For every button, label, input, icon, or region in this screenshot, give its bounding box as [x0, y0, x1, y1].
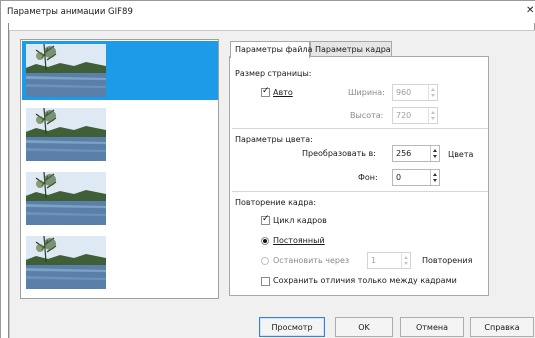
- separator: [232, 128, 488, 129]
- auto-checkbox[interactable]: [261, 86, 270, 97]
- frame-thumbnail: [26, 108, 106, 161]
- frame-thumbnail: [26, 172, 106, 225]
- constant-radio[interactable]: [261, 237, 269, 245]
- frame-item[interactable]: [22, 41, 218, 100]
- dialog-title: Параметры анимации GIF89: [7, 7, 133, 17]
- save-diff-checkbox[interactable]: [261, 277, 270, 286]
- height-spinner: 720: [392, 107, 438, 124]
- left-edge: [1, 23, 9, 338]
- stop-after-label: Остановить через: [273, 256, 350, 265]
- convert-label: Преобразовать в:: [302, 149, 376, 158]
- frame-item[interactable]: [22, 233, 218, 292]
- color-params-heading: Параметры цвета:: [235, 135, 313, 144]
- frame-thumbnail: [26, 44, 106, 97]
- width-spinner: 960: [392, 84, 438, 101]
- background-spinner[interactable]: 0: [392, 169, 440, 186]
- stop-after-spinner: 1: [367, 252, 411, 269]
- preview-button[interactable]: Просмотр: [259, 317, 325, 337]
- tab-frame-params[interactable]: Параметры кадра: [310, 41, 392, 57]
- frame-thumbnail: [26, 236, 106, 289]
- background-label: Фон:: [358, 173, 378, 182]
- save-diff-label: Сохранить отличия только между кадрами: [273, 276, 457, 285]
- frame-item[interactable]: [22, 105, 218, 164]
- ok-button[interactable]: OK: [335, 317, 393, 337]
- convert-spinner[interactable]: 256: [392, 145, 440, 162]
- auto-label: Авто: [273, 88, 293, 97]
- help-button[interactable]: Справка: [470, 317, 534, 337]
- loop-label: Цикл кадров: [273, 216, 327, 225]
- constant-label: Постоянный: [273, 236, 325, 245]
- page-size-heading: Размер страницы:: [235, 69, 312, 78]
- frame-list[interactable]: [20, 39, 219, 299]
- file-params-panel: Размер страницы: Авто Ширина: 960 Высота…: [229, 56, 489, 296]
- convert-value: 256: [396, 149, 412, 158]
- height-label: Высота:: [350, 111, 384, 120]
- tab-file-params[interactable]: Параметры файла: [230, 41, 312, 58]
- width-label: Ширина:: [348, 88, 385, 97]
- convert-unit: Цвета: [448, 150, 474, 159]
- stop-after-value: 1: [371, 256, 377, 265]
- close-icon[interactable]: ✕: [526, 5, 535, 19]
- cancel-button[interactable]: Отмена: [400, 317, 464, 337]
- separator: [232, 191, 488, 192]
- frame-item[interactable]: [22, 169, 218, 228]
- background-value: 0: [396, 173, 402, 182]
- width-value: 960: [396, 88, 412, 97]
- repeats-label: Повторения: [422, 256, 473, 265]
- height-value: 720: [396, 111, 412, 120]
- frame-repeat-heading: Повторение кадра:: [235, 198, 317, 207]
- stop-after-radio[interactable]: [261, 257, 269, 265]
- title-bar: Параметры анимации GIF89 ✕: [1, 1, 535, 23]
- gif-animation-dialog: Параметры анимации GIF89 ✕ Параметры фай…: [0, 0, 535, 338]
- loop-checkbox[interactable]: [261, 214, 270, 225]
